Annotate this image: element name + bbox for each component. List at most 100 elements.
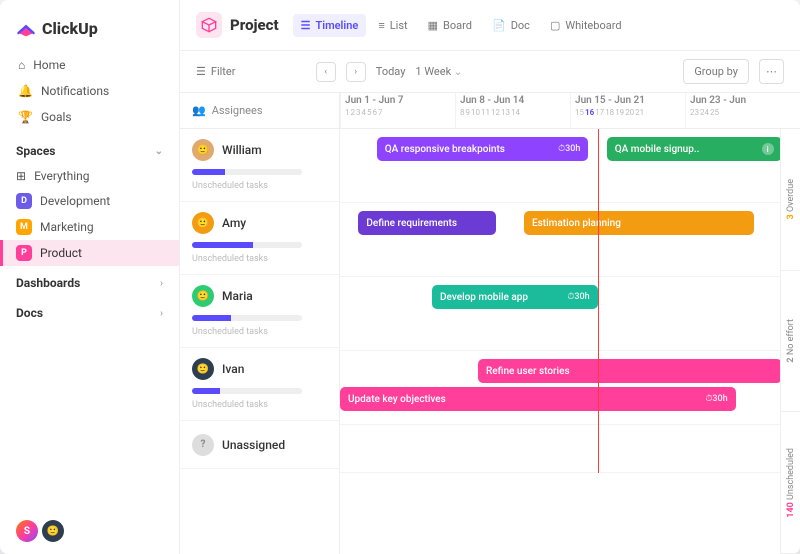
bell-icon: 🔔 [18,84,33,98]
chevron-right-icon: › [160,308,163,319]
day-label: 2 [351,108,356,117]
view-whiteboard[interactable]: ▢Whiteboard [542,14,630,37]
timeline-icon: ☰ [301,19,311,32]
day-label: 8 [460,108,465,117]
day-label: 17 [595,108,604,117]
week-label: Jun 15 - Jun 21 [575,95,681,106]
today-button[interactable]: Today [376,65,406,78]
task-bar[interactable]: Define requirements [358,211,496,235]
progress-bar [192,388,302,394]
assignee-name-label: William [222,143,262,157]
space-product[interactable]: PProduct [0,240,179,266]
chevron-right-icon: › [160,278,163,289]
timeline-view: 👥Assignees 🙂WilliamUnscheduled tasks🙂Amy… [180,93,800,554]
task-label: Estimation planning [532,218,621,229]
space-marketing[interactable]: M Marketing [0,214,179,240]
grid-icon: ⊞ [16,169,26,183]
day-label: 10 [471,108,480,117]
days-row: 1234567 [345,108,451,117]
day-label: 16 [585,108,594,117]
assignee-row[interactable]: 🙂MariaUnscheduled tasks [180,275,339,348]
day-label: 14 [511,108,520,117]
rail-overdue[interactable]: 3 Overdue [781,129,800,271]
week-label: Jun 8 - Jun 14 [460,95,566,106]
prev-button[interactable]: ‹ [316,62,336,82]
assignee-row[interactable]: 🙂WilliamUnscheduled tasks [180,129,339,202]
user-avatar-ivan[interactable]: 🙂 [42,520,64,542]
section-dashboards[interactable]: Dashboards › [0,266,179,296]
day-label: 3 [356,108,361,117]
user-avatar[interactable]: S [16,520,38,542]
assignee-row[interactable]: 🙂AmyUnscheduled tasks [180,202,339,275]
day-label: 7 [378,108,383,117]
nav-notifications[interactable]: 🔔 Notifications [10,78,169,104]
side-rail: 3 Overdue 2 No effort 140 Unscheduled [780,129,800,554]
trophy-icon: 🏆 [18,110,33,124]
week-column: Jun 23 - Jun232425 [685,93,800,128]
rail-unscheduled[interactable]: 140 Unscheduled [781,412,800,554]
rail-noeffort[interactable]: 2 No effort [781,271,800,413]
clickup-logo-icon [16,18,36,38]
progress-bar [192,315,302,321]
day-label: 5 [367,108,372,117]
more-button[interactable]: ⋯ [759,59,784,84]
space-everything[interactable]: ⊞Everything [0,164,179,188]
nav-goals[interactable]: 🏆Goals [10,104,169,130]
sidebar: ClickUp ⌂Home 🔔 Notifications 🏆Goals Spac… [0,0,180,554]
space-badge: P [16,245,32,261]
space-badge: M [16,219,32,235]
view-label: Timeline [315,19,358,32]
view-switcher: ☰ Timeline ≡List ▦Board 📄Doc ▢Whiteboard [293,14,630,37]
unscheduled-label: Unscheduled tasks [192,400,327,410]
task-bar[interactable]: QA mobile signup..i [607,137,782,161]
next-button[interactable]: › [346,62,366,82]
group-by-button[interactable]: Group by [683,59,749,84]
view-doc[interactable]: 📄Doc [484,14,538,37]
task-bar[interactable]: Update key objectives⏱30h [340,387,736,411]
space-label: Marketing [40,220,94,234]
nav-notifications-label: Notifications [41,84,109,98]
assignee-row[interactable]: ?Unassigned [180,421,339,469]
day-label: 9 [466,108,471,117]
assignee-row[interactable]: 🙂IvanUnscheduled tasks [180,348,339,421]
day-label: 20 [625,108,634,117]
brand-logo[interactable]: ClickUp [0,0,179,48]
avatar-placeholder: ? [192,434,214,456]
dashboards-title: Dashboards [16,276,80,290]
assignee-name-label: Amy [222,216,246,230]
task-label: QA responsive breakpoints [385,144,505,155]
view-label: Board [443,19,472,32]
filter-icon: ☰ [196,65,206,78]
task-bar[interactable]: Develop mobile app⏱30h [432,285,598,309]
day-label: 11 [481,108,490,117]
sidebar-footer: S 🙂 [0,508,179,554]
section-docs[interactable]: Docs › [0,296,179,326]
timeline-row: QA responsive breakpoints⏱30h QA mobile s… [340,129,800,203]
rail-count: 2 [786,358,796,363]
progress-bar [192,242,302,248]
view-timeline[interactable]: ☰ Timeline [293,14,367,37]
today-marker [598,129,599,473]
view-board[interactable]: ▦Board [420,14,480,37]
week-column: Jun 1 - Jun 7 1234567 [340,93,455,128]
people-icon: 👥 [192,104,206,117]
spaces-title: Spaces [16,144,55,158]
week-label: Jun 1 - Jun 7 [345,95,451,106]
timeline-header: Jun 1 - Jun 7 1234567 Jun 8 - Jun 14 891011… [340,93,800,129]
task-bar[interactable]: QA responsive breakpoints⏱30h [377,137,589,161]
space-development[interactable]: DDevelopment [0,188,179,214]
section-spaces[interactable]: Spaces ⌄ [0,134,179,164]
task-bar[interactable]: Refine user stories [478,359,782,383]
spaces-list: ⊞Everything DDevelopment M Marketing PPro… [0,164,179,266]
day-label: 15 [575,108,584,117]
range-selector[interactable]: 1 Week ⌄ [415,65,462,78]
project-title-block[interactable]: Project [196,12,279,38]
view-list[interactable]: ≡List [370,14,415,37]
view-label: Whiteboard [565,19,621,32]
task-bar[interactable]: Estimation planning [524,211,754,235]
days-row: 232425 [690,108,796,117]
day-label: 23 [690,108,699,117]
nav-home[interactable]: ⌂Home [10,52,169,78]
space-badge: D [16,193,32,209]
filter-button[interactable]: ☰Filter [196,65,235,78]
